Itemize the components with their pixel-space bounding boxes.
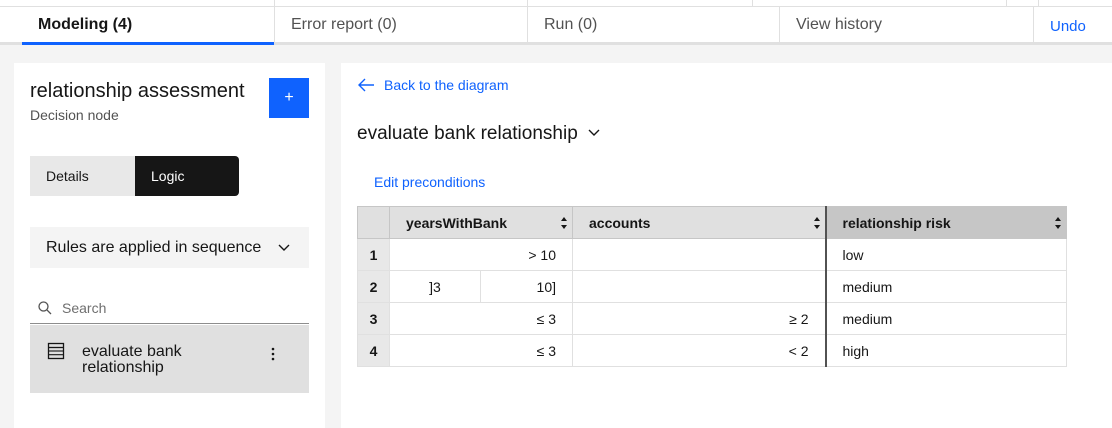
cell-relationship-risk[interactable]: medium bbox=[824, 302, 1067, 335]
cell-accounts[interactable]: ≥ 2 bbox=[572, 302, 826, 335]
sort-icon[interactable] bbox=[1054, 215, 1062, 231]
workspace: relationship assessment Decision node + … bbox=[0, 45, 1112, 428]
overflow-menu-icon[interactable] bbox=[268, 346, 278, 362]
undo-button[interactable]: Undo bbox=[1033, 7, 1112, 45]
tab-run-label: Run (0) bbox=[544, 16, 598, 33]
decision-panel: Back to the diagram evaluate bank relati… bbox=[341, 63, 1112, 428]
node-title: relationship assessment bbox=[30, 80, 245, 102]
sort-icon[interactable] bbox=[560, 215, 568, 231]
list-item-evaluate-bank-relationship[interactable]: evaluate bank relationship bbox=[30, 325, 309, 393]
switch-details[interactable]: Details bbox=[30, 156, 135, 196]
column-label: relationship risk bbox=[842, 214, 951, 231]
table-row: 2 ]3 10] medium bbox=[357, 270, 1067, 303]
row-number: 1 bbox=[357, 238, 390, 271]
column-label: accounts bbox=[589, 214, 651, 231]
arrow-left-icon bbox=[358, 78, 374, 92]
row-number: 3 bbox=[357, 302, 390, 335]
cell-accounts[interactable] bbox=[572, 238, 826, 271]
view-switcher: Details Logic bbox=[30, 156, 239, 196]
tab-error-report[interactable]: Error report (0) bbox=[275, 7, 528, 45]
cell-relationship-risk[interactable]: medium bbox=[824, 270, 1067, 303]
edit-preconditions-link[interactable]: Edit preconditions bbox=[374, 174, 485, 190]
chevron-down-icon bbox=[588, 129, 600, 136]
tab-error-report-label: Error report (0) bbox=[291, 16, 397, 33]
tab-run[interactable]: Run (0) bbox=[528, 7, 780, 45]
column-header-relationship-risk[interactable]: relationship risk bbox=[824, 206, 1067, 239]
cell-yearswithbank[interactable]: > 10 bbox=[389, 238, 573, 271]
decision-table-name: evaluate bank relationship bbox=[357, 123, 578, 144]
tab-modeling-label: Modeling (4) bbox=[38, 16, 133, 33]
search-placeholder: Search bbox=[62, 300, 107, 316]
table-row: 4 ≤ 3 < 2 high bbox=[357, 334, 1067, 367]
tab-modeling[interactable]: Modeling (4) bbox=[22, 7, 275, 45]
switch-logic[interactable]: Logic bbox=[135, 156, 239, 196]
cell-relationship-risk[interactable]: low bbox=[824, 238, 1067, 271]
chevron-down-icon bbox=[278, 244, 290, 251]
table-row: 1 > 10 low bbox=[357, 238, 1067, 271]
search-input[interactable]: Search bbox=[30, 293, 309, 324]
add-button[interactable]: + bbox=[269, 78, 309, 118]
column-header-yearswithbank[interactable]: yearsWithBank bbox=[389, 206, 573, 239]
range-lower-bound[interactable]: ]3 bbox=[390, 271, 481, 302]
back-label: Back to the diagram bbox=[384, 77, 509, 93]
cell-accounts[interactable] bbox=[572, 270, 826, 303]
row-number: 4 bbox=[357, 334, 390, 367]
table-icon bbox=[47, 342, 65, 360]
cell-yearswithbank[interactable]: ≤ 3 bbox=[389, 302, 573, 335]
column-header-accounts[interactable]: accounts bbox=[572, 206, 826, 239]
cell-yearswithbank[interactable]: ≤ 3 bbox=[389, 334, 573, 367]
hit-policy-value: Rules are applied in sequence bbox=[46, 238, 262, 256]
search-icon bbox=[38, 301, 52, 315]
row-number: 2 bbox=[357, 270, 390, 303]
row-number-header bbox=[357, 206, 390, 239]
decision-table: yearsWithBank accounts relationship risk bbox=[357, 206, 1067, 367]
table-row: 3 ≤ 3 ≥ 2 medium bbox=[357, 302, 1067, 335]
decision-table-title[interactable]: evaluate bank relationship bbox=[357, 123, 601, 145]
range-upper-bound[interactable]: 10] bbox=[481, 271, 572, 302]
plus-icon: + bbox=[284, 89, 294, 106]
tab-bar: Modeling (4) Error report (0) Run (0) Vi… bbox=[0, 7, 1112, 45]
top-strip bbox=[0, 0, 1112, 7]
tab-view-history[interactable]: View history bbox=[780, 7, 1033, 45]
cell-accounts[interactable]: < 2 bbox=[572, 334, 826, 367]
sort-icon[interactable] bbox=[813, 215, 821, 231]
cell-relationship-risk[interactable]: high bbox=[824, 334, 1067, 367]
back-to-diagram-link[interactable]: Back to the diagram bbox=[357, 77, 509, 93]
column-label: yearsWithBank bbox=[406, 214, 508, 231]
node-panel: relationship assessment Decision node + … bbox=[14, 63, 325, 428]
hit-policy-dropdown[interactable]: Rules are applied in sequence bbox=[30, 227, 309, 268]
list-item-label: evaluate bank relationship bbox=[82, 343, 182, 376]
tab-view-history-label: View history bbox=[796, 16, 882, 33]
node-type: Decision node bbox=[30, 107, 119, 123]
cell-yearswithbank[interactable]: ]3 10] bbox=[389, 270, 573, 303]
